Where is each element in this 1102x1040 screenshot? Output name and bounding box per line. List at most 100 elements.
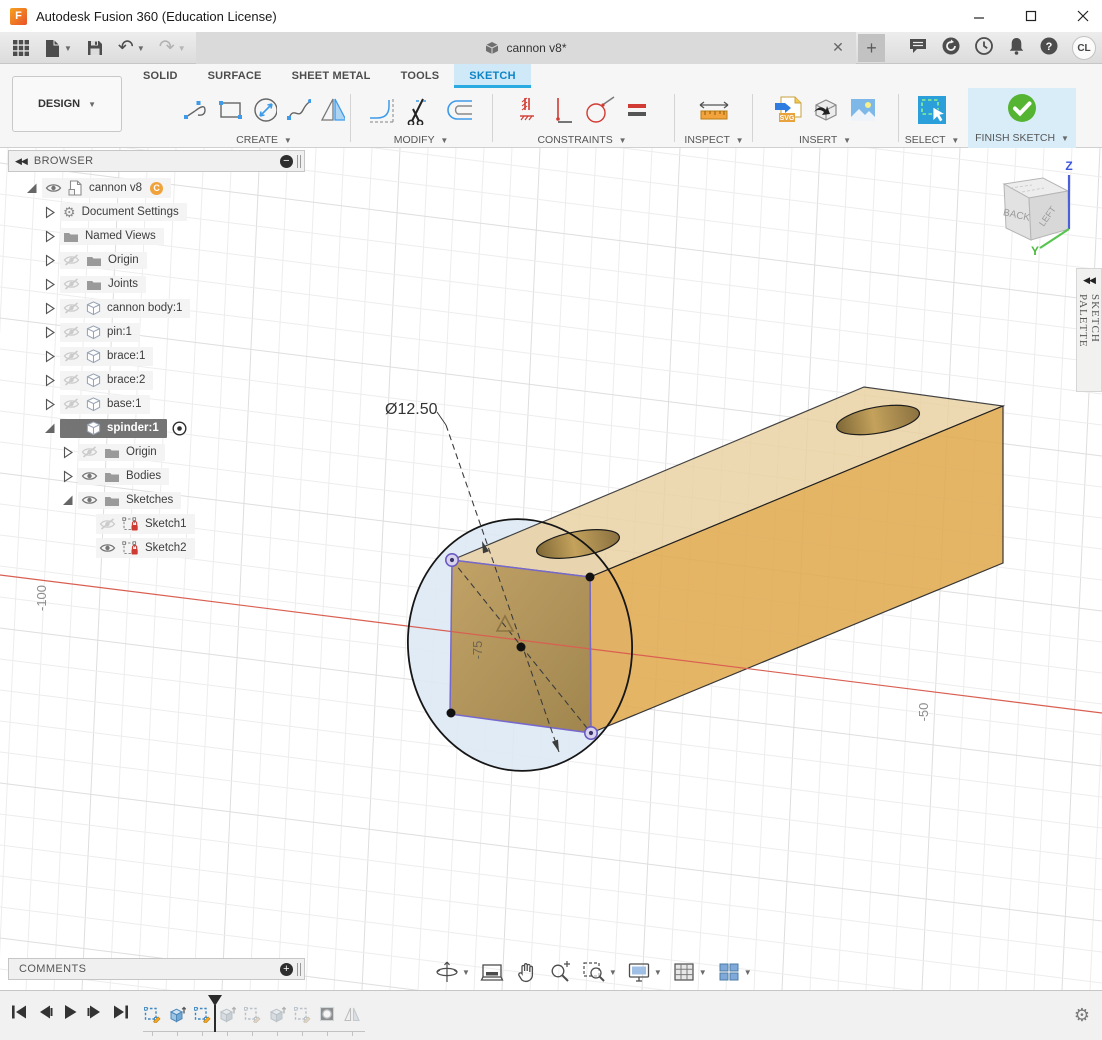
tree-expand-icon[interactable]	[60, 470, 75, 483]
look-at-button[interactable]	[478, 960, 506, 984]
modify-group-label[interactable]: MODIFY ▼	[355, 134, 487, 146]
timeline-feature-extrude[interactable]	[268, 1005, 286, 1023]
view-cube[interactable]: BACK LEFT Z Y	[1002, 159, 1073, 258]
zoom-window-button[interactable]: ▼	[580, 960, 619, 984]
maximize-button[interactable]	[1022, 7, 1040, 25]
fillet-tool-icon[interactable]	[367, 96, 397, 124]
go-to-start-button[interactable]	[10, 1003, 28, 1021]
ribbon-tab-sketch[interactable]: SKETCH	[454, 64, 530, 88]
equal-constraint-icon[interactable]	[626, 99, 648, 121]
undo-button[interactable]: ↶ ▼	[114, 34, 149, 62]
tree-expand-icon[interactable]	[42, 230, 57, 243]
notifications-bell-icon[interactable]	[1007, 36, 1026, 61]
tree-expand-icon[interactable]	[42, 278, 57, 291]
timeline-feature-hole[interactable]	[318, 1005, 336, 1023]
orbit-button[interactable]: ▼	[433, 960, 472, 984]
app-grid-icon[interactable]	[8, 34, 34, 62]
browser-row-base-1[interactable]: base:1	[8, 392, 305, 416]
tree-expand-icon[interactable]	[42, 254, 57, 267]
finish-sketch-button[interactable]: FINISH SKETCH ▼	[968, 88, 1076, 148]
dimension-text[interactable]: Ø12.50	[385, 401, 438, 418]
browser-header[interactable]: ◀◀ BROWSER −	[8, 150, 305, 172]
sketch-point-constrained[interactable]	[446, 554, 458, 566]
tab-close-icon[interactable]: ✕	[830, 39, 846, 56]
timeline-settings-gear-icon[interactable]: ⚙	[1074, 1005, 1090, 1025]
browser-row-joints[interactable]: Joints	[8, 272, 305, 296]
constraints-group-label[interactable]: CONSTRAINTS ▼	[496, 134, 668, 146]
visibility-off-icon[interactable]	[63, 302, 80, 314]
insert-canvas-icon[interactable]	[849, 97, 877, 123]
measure-tool-icon[interactable]	[697, 97, 731, 123]
tree-expand-icon[interactable]	[42, 326, 57, 339]
save-button[interactable]	[82, 34, 108, 62]
activate-component-radio[interactable]	[172, 421, 187, 436]
select-group-label[interactable]: SELECT ▼	[900, 134, 964, 146]
file-menu-button[interactable]: ▼	[40, 34, 76, 62]
ribbon-tab-sheet-metal[interactable]: SHEET METAL	[277, 64, 386, 88]
circle-tool-icon[interactable]	[251, 96, 278, 124]
notification-center-icon[interactable]	[974, 36, 994, 61]
job-status-icon[interactable]	[941, 36, 961, 61]
timeline-feature-extrude[interactable]	[168, 1005, 186, 1023]
pan-button[interactable]	[512, 960, 540, 984]
ribbon-tab-tools[interactable]: TOOLS	[386, 64, 455, 88]
fix-constraint-icon[interactable]	[517, 96, 543, 124]
insert-svg-icon[interactable]: SVG	[773, 95, 803, 125]
tree-expand-icon[interactable]	[42, 206, 57, 219]
display-settings-button[interactable]: ▼	[625, 960, 664, 984]
ribbon-tab-solid[interactable]: SOLID	[128, 64, 193, 88]
zoom-button[interactable]	[546, 960, 574, 984]
browser-row-bodies[interactable]: Bodies	[8, 464, 305, 488]
sketch-point-center[interactable]	[517, 643, 526, 652]
grid-snap-button[interactable]: ▼	[670, 960, 709, 984]
viewport-canvas[interactable]: -100 -75 -50 Ø12.50	[0, 148, 1102, 990]
timeline-position-marker[interactable]	[207, 995, 223, 1038]
browser-row-sketch1[interactable]: Sketch1	[8, 512, 305, 536]
timeline-feature-sketch[interactable]	[143, 1005, 161, 1023]
insert-mesh-icon[interactable]	[812, 96, 840, 124]
document-tab[interactable]: cannon v8* ✕	[196, 32, 856, 64]
tree-collapse-icon[interactable]	[60, 494, 75, 507]
tree-expand-icon[interactable]	[42, 302, 57, 315]
comments-icon[interactable]	[908, 36, 928, 60]
close-button[interactable]	[1074, 7, 1092, 25]
go-to-end-button[interactable]	[112, 1003, 130, 1021]
browser-row-sketches[interactable]: Sketches	[8, 488, 305, 512]
visibility-on-icon[interactable]	[81, 470, 98, 482]
mirror-tool-icon[interactable]	[320, 96, 345, 124]
visibility-off-icon[interactable]	[63, 398, 80, 410]
timeline-feature-sketch[interactable]	[243, 1005, 261, 1023]
create-group-label[interactable]: CREATE ▼	[183, 134, 345, 146]
vertical-horizontal-constraint-icon[interactable]	[552, 96, 574, 124]
visibility-off-icon[interactable]	[63, 278, 80, 290]
browser-row-cannon-body-1[interactable]: cannon body:1	[8, 296, 305, 320]
viewports-button[interactable]: ▼	[715, 960, 754, 984]
visibility-off-icon[interactable]	[63, 350, 80, 362]
browser-row-sketch2[interactable]: Sketch2	[8, 536, 305, 560]
sketch-point-constrained[interactable]	[585, 727, 597, 739]
browser-row-brace-1[interactable]: brace:1	[8, 344, 305, 368]
sketch-point[interactable]	[586, 573, 595, 582]
insert-group-label[interactable]: INSERT ▼	[756, 134, 894, 146]
inspect-group-label[interactable]: INSPECT ▼	[678, 134, 750, 146]
ribbon-tab-surface[interactable]: SURFACE	[193, 64, 277, 88]
browser-row-brace-2[interactable]: brace:2	[8, 368, 305, 392]
sketch-palette-tab[interactable]: ◀◀ SKETCH PALETTE	[1076, 268, 1102, 392]
spline-tool-icon[interactable]	[286, 96, 311, 124]
visibility-on-icon[interactable]	[99, 542, 116, 554]
browser-row-pin-1[interactable]: pin:1	[8, 320, 305, 344]
offset-tool-icon[interactable]	[445, 97, 475, 123]
line-tool-icon[interactable]	[183, 97, 208, 123]
browser-row-spinder-1[interactable]: spinder:1	[8, 416, 305, 440]
visibility-on-icon[interactable]	[81, 494, 98, 506]
panel-resize-grip[interactable]	[297, 963, 301, 976]
browser-row-named-views[interactable]: Named Views	[8, 224, 305, 248]
trim-tool-icon[interactable]	[406, 95, 436, 125]
tree-collapse-icon[interactable]	[24, 182, 39, 195]
timeline-feature-sketch[interactable]	[293, 1005, 311, 1023]
workspace-selector[interactable]: DESIGN ▼	[12, 76, 122, 132]
help-icon[interactable]: ?	[1039, 36, 1059, 61]
browser-row-origin[interactable]: Origin	[8, 248, 305, 272]
rectangle-tool-icon[interactable]	[217, 97, 242, 123]
tree-expand-icon[interactable]	[42, 350, 57, 363]
